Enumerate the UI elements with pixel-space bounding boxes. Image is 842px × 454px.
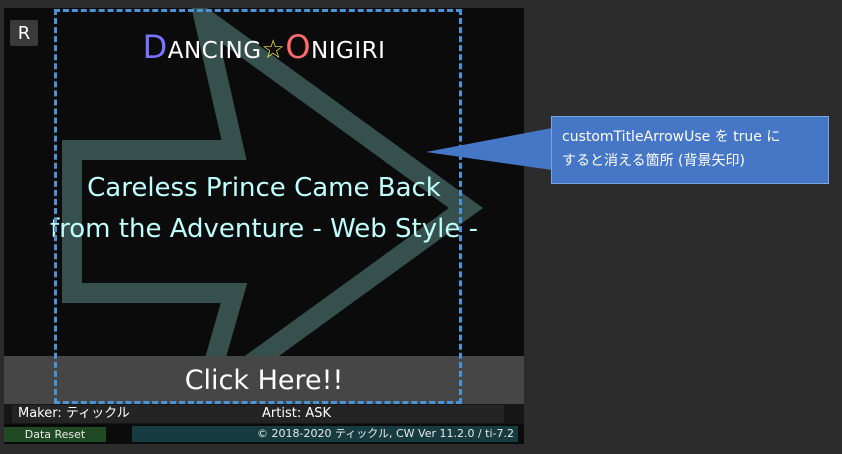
annotation-line2: すると消える箇所 (背景矢印): [562, 153, 745, 169]
annotation-callout: customTitleArrowUse を true に すると消える箇所 (背…: [551, 116, 829, 184]
annotation-line1: customTitleArrowUse を true に: [562, 129, 781, 145]
callout-pointer-icon: [426, 128, 552, 170]
